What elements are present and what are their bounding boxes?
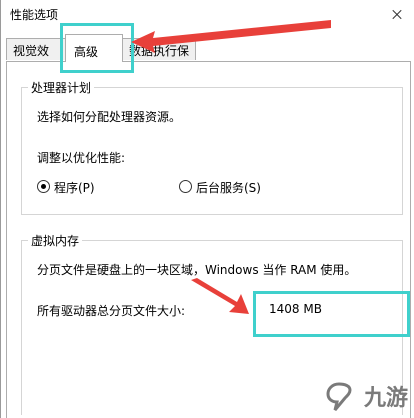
total-paging-size-value: 1408 MB [269,302,322,316]
background-services-radio[interactable] [179,180,192,193]
window-title: 性能选项 [10,8,59,22]
title-bar[interactable]: 性能选项 [1,0,414,30]
programs-radio[interactable] [37,180,50,193]
tab-strip: 视觉效果 高级 数据执行保护 [1,30,414,75]
virtual-memory-legend: 虚拟内存 [28,232,83,249]
performance-options-window: 性能选项 视觉效果 高级 数据执行保护 处理器计划 选择如何分配处理器资源。 调… [0,0,414,418]
processor-description: 选择如何分配处理器资源。 [37,110,182,124]
watermark-logo-icon [326,382,352,411]
watermark-text: 九游 [363,386,408,411]
close-button[interactable] [377,0,414,30]
tab-visual-effects[interactable]: 视觉效果 [6,38,66,75]
processor-scheduling-legend: 处理器计划 [28,79,95,96]
programs-radio-label[interactable]: 程序(P) [54,179,95,196]
background-services-radio-label[interactable]: 后台服务(S) [196,179,261,196]
total-paging-size-label: 所有驱动器总分页文件大小: [37,304,186,318]
tab-data-execution-prevention[interactable]: 数据执行保护 [122,38,196,75]
tab-advanced[interactable]: 高级 [65,34,123,62]
adjust-performance-label: 调整以优化性能: [37,151,126,165]
paging-file-description: 分页文件是硬盘上的一块区域，Windows 当作 RAM 使用。 [37,263,357,277]
